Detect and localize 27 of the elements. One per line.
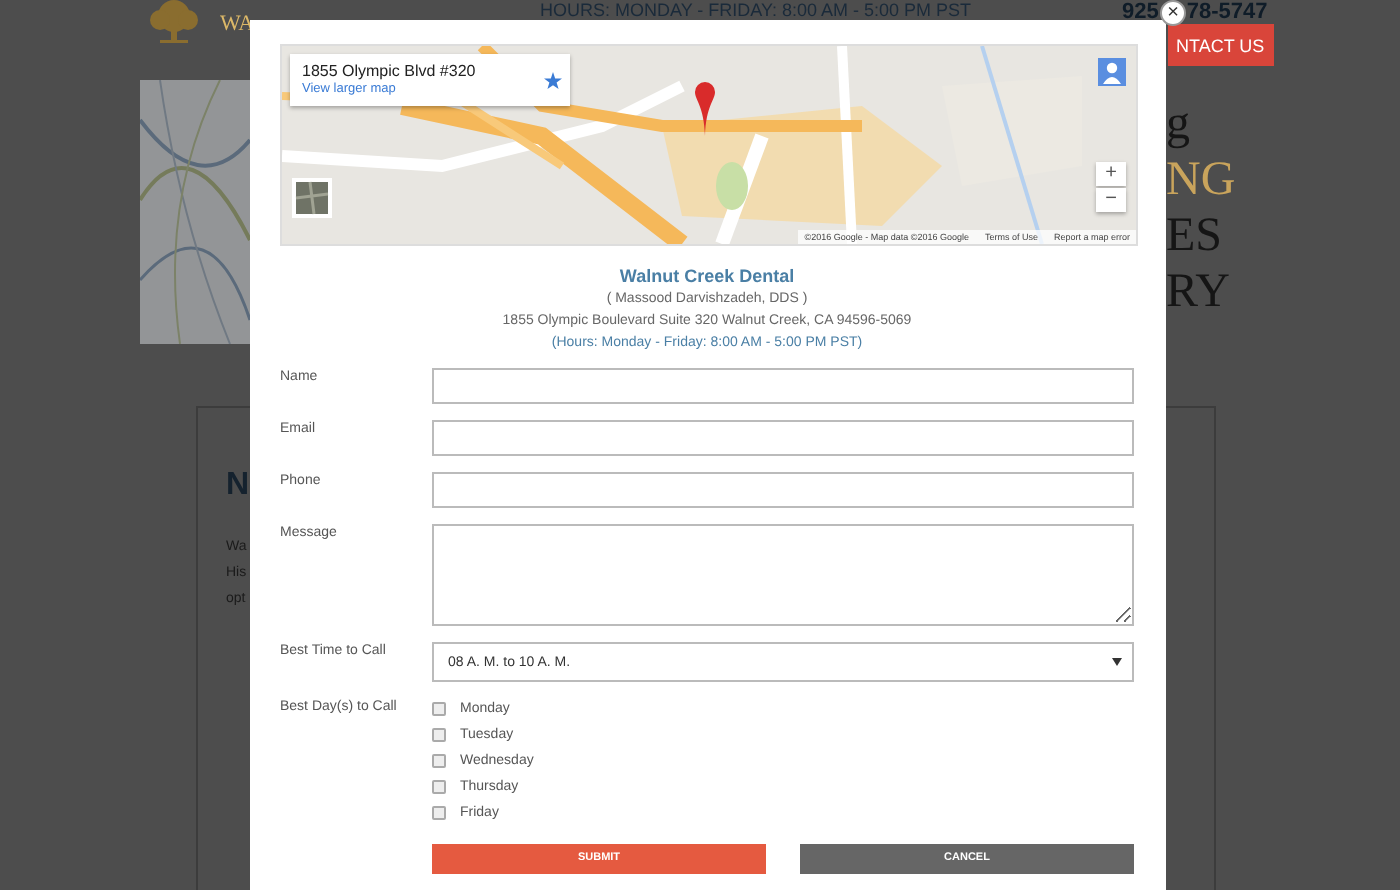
input-field[interactable] bbox=[432, 472, 1134, 508]
checkbox[interactable] bbox=[432, 702, 446, 717]
star-icon[interactable] bbox=[544, 72, 562, 90]
hero-heading: NG bbox=[1166, 152, 1236, 208]
tree-icon bbox=[144, 0, 204, 44]
checkbox[interactable] bbox=[432, 728, 446, 743]
practice-name: Walnut Creek Dental bbox=[619, 266, 795, 288]
caret-icon bbox=[1112, 658, 1122, 666]
phone-number: 925 bbox=[1122, 0, 1159, 24]
input-field[interactable] bbox=[432, 368, 1134, 404]
zoom-in-button[interactable]: + bbox=[1096, 162, 1126, 186]
card-heading: N bbox=[226, 468, 250, 504]
hero-heading: g bbox=[1166, 96, 1192, 152]
message-field[interactable] bbox=[432, 524, 1134, 626]
hero-heading: RY bbox=[1166, 264, 1233, 320]
checkbox[interactable] bbox=[432, 754, 446, 769]
close-button[interactable]: × bbox=[1160, 0, 1186, 26]
hero-heading: ES bbox=[1166, 208, 1225, 264]
contact-button[interactable]: NTACT US bbox=[1168, 24, 1274, 66]
person-icon[interactable] bbox=[1098, 58, 1126, 86]
place-name: 1855 Olympic Blvd #320 bbox=[302, 62, 478, 82]
checkbox[interactable] bbox=[432, 806, 446, 821]
phone-number: 78-5747 bbox=[1186, 0, 1268, 24]
satellite-view-icon[interactable] bbox=[292, 178, 332, 218]
input-field[interactable] bbox=[432, 420, 1134, 456]
zoom-out-button[interactable]: − bbox=[1096, 188, 1126, 212]
checkbox[interactable] bbox=[432, 780, 446, 795]
